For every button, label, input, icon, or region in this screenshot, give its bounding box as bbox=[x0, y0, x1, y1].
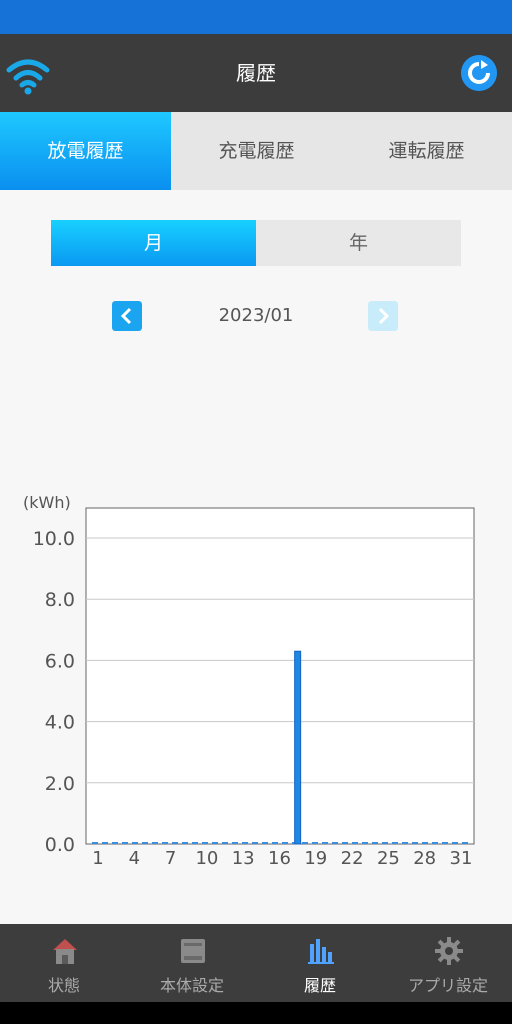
status-bar bbox=[0, 0, 512, 34]
tab-operation-history[interactable]: 運転履歴 bbox=[341, 112, 512, 190]
x-tick-label: 25 bbox=[377, 848, 400, 869]
y-tick-label: 4.0 bbox=[45, 712, 75, 734]
tab-discharge-history[interactable]: 放電履歴 bbox=[0, 112, 171, 190]
x-tick-label: 7 bbox=[165, 848, 176, 869]
y-tick-label: 6.0 bbox=[45, 650, 75, 672]
gear-icon bbox=[435, 937, 463, 965]
month-toggle-button[interactable]: 月 bbox=[51, 220, 256, 266]
nav-item-app-settings[interactable]: アプリ設定 bbox=[384, 924, 512, 1002]
nav-label-status: 状態 bbox=[47, 976, 80, 995]
bar-chart-icon bbox=[308, 939, 334, 964]
nav-item-status[interactable]: 状態 bbox=[0, 924, 128, 1002]
nav-label-device-settings: 本体設定 bbox=[159, 976, 224, 995]
y-tick-label: 10.0 bbox=[33, 528, 75, 550]
y-tick-label: 0.0 bbox=[45, 834, 75, 856]
app-bar: 履歴 bbox=[0, 34, 512, 112]
x-tick-label: 31 bbox=[450, 848, 473, 869]
current-period: 2023/01 bbox=[218, 305, 294, 326]
x-tick-label: 28 bbox=[413, 848, 436, 869]
discharge-chart: 10.0 8.0 6.0 4.0 2.0 0.0 (kWh) 1 4 7 10 13 16 19 22 25 2… bbox=[23, 493, 475, 869]
page-title: 履歴 bbox=[236, 61, 276, 85]
nav-label-history: 履歴 bbox=[303, 976, 336, 995]
history-tabs: 放電履歴 充電履歴 運転履歴 bbox=[0, 112, 512, 190]
bar bbox=[294, 650, 302, 845]
y-tick-label: 8.0 bbox=[45, 589, 75, 611]
bottom-nav: 状態 本体設定 履歴 アプリ設定 bbox=[0, 924, 512, 1002]
nav-item-history[interactable]: 履歴 bbox=[256, 924, 384, 1002]
y-axis-label: (kWh) bbox=[23, 493, 71, 512]
home-icon bbox=[53, 939, 77, 964]
x-tick-label: 13 bbox=[232, 848, 255, 869]
refresh-icon[interactable] bbox=[461, 55, 497, 91]
x-tick-label: 4 bbox=[129, 848, 140, 869]
x-tick-label: 19 bbox=[304, 848, 327, 869]
system-nav-bar bbox=[0, 1002, 512, 1024]
x-tick-label: 16 bbox=[268, 848, 291, 869]
y-tick-label: 2.0 bbox=[45, 773, 75, 795]
next-period-button[interactable] bbox=[368, 301, 398, 331]
prev-period-button[interactable] bbox=[112, 301, 142, 331]
x-tick-label: 1 bbox=[92, 848, 103, 869]
x-tick-label: 10 bbox=[195, 848, 218, 869]
plot-area bbox=[85, 507, 475, 845]
nav-item-device-settings[interactable]: 本体設定 bbox=[128, 924, 256, 1002]
main-content: 放電履歴 充電履歴 運転履歴 月 年 2023/01 10.0 8.0 6.0 4.0… bbox=[0, 112, 512, 924]
device-icon bbox=[181, 939, 205, 963]
x-tick-label: 22 bbox=[341, 848, 364, 869]
year-toggle-button[interactable]: 年 bbox=[256, 220, 461, 266]
period-toggle: 月 年 bbox=[51, 220, 461, 266]
nav-label-app-settings: アプリ設定 bbox=[407, 976, 488, 995]
tab-charge-history[interactable]: 充電履歴 bbox=[171, 112, 342, 190]
